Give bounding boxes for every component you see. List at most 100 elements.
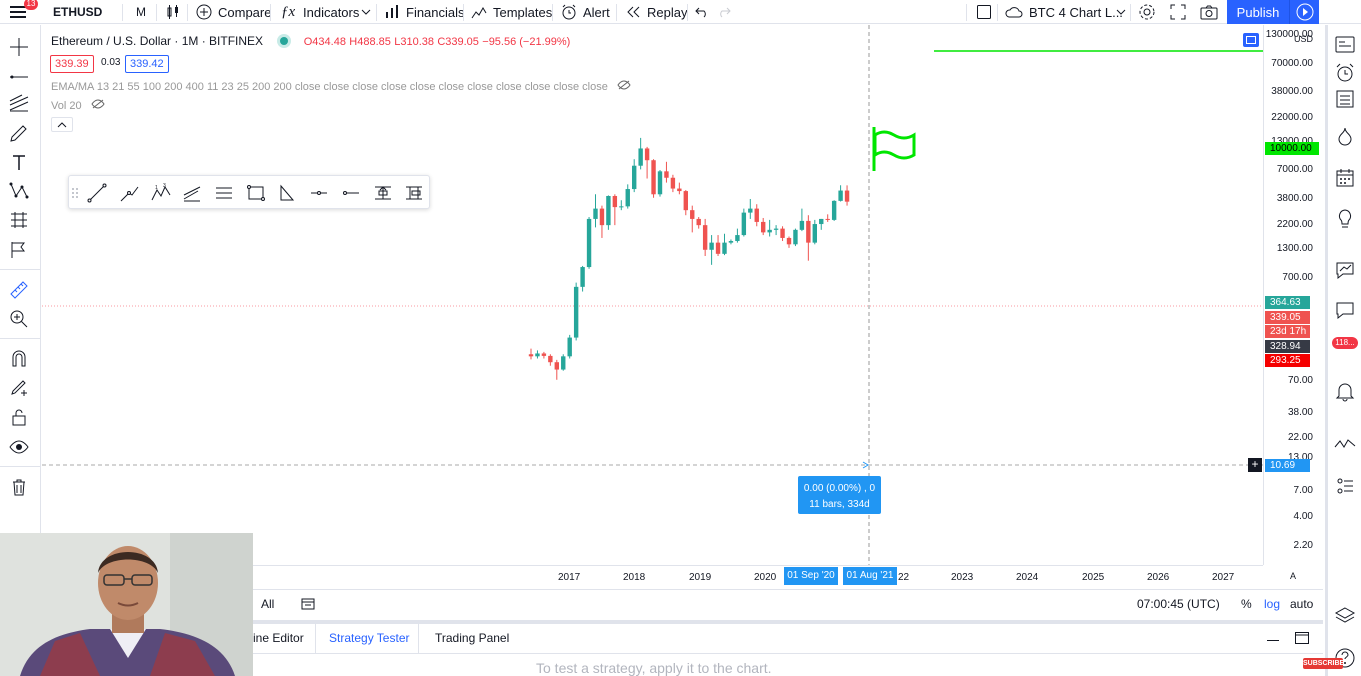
ray-icon[interactable] [119,183,139,203]
horizontal-ray-icon[interactable] [341,183,361,203]
tab-pine-editor[interactable]: ine Editor [253,631,304,645]
candle-body [761,221,766,233]
candle-body [632,165,637,190]
candle-body [715,242,721,254]
alarm-clock-icon[interactable] [1334,62,1356,84]
percent-scale-toggle[interactable]: % [1241,597,1252,611]
layout-dropdown[interactable] [1116,0,1126,24]
chart-pane[interactable] [42,25,1263,565]
utc-clock[interactable]: 07:00:45 (UTC) [1137,597,1220,611]
brush-icon[interactable] [9,123,29,143]
crosshair-icon[interactable] [9,37,29,57]
replay-button[interactable]: Replay [625,0,687,24]
publish-button[interactable]: Publish [1227,0,1289,24]
price-axis[interactable]: USD 130000.0070000.0038000.0022000.00130… [1263,25,1323,565]
play-circle-icon [1296,3,1314,21]
price-tick-label: 2200.00 [1276,219,1313,230]
chat-icon[interactable] [1334,259,1356,281]
log-scale-toggle[interactable]: log [1264,597,1280,611]
zoom-in-icon[interactable] [9,309,29,329]
bell-icon[interactable] [1334,380,1356,402]
financials-button[interactable]: Financials [384,0,465,24]
pulse-icon[interactable] [1334,434,1356,456]
high-price-tag: 364.63 [1265,296,1310,309]
alarm-clock-icon [562,4,576,20]
chevron-down-icon [1116,9,1126,15]
maximize-panel-button[interactable] [1295,631,1309,649]
layout-button[interactable]: BTC 4 Chart L... [1005,0,1123,24]
eye-hidden-icon[interactable] [91,99,105,109]
symbol-title[interactable]: Ethereum / U.S. Dollar · 1M · BITFINEX [51,34,263,48]
bid-price-button[interactable]: 339.39 [50,55,94,73]
redo-button[interactable] [717,0,731,24]
price-range-icon[interactable] [373,183,393,203]
horizontal-line-icon[interactable] [309,183,329,203]
flag-icon[interactable] [9,240,29,260]
interval-button[interactable]: M [136,0,146,24]
settings-button[interactable] [1138,0,1156,24]
indicators-label: Indicators [303,4,360,20]
hotlist-icon[interactable] [1334,125,1356,147]
prediction-icon[interactable] [9,210,29,230]
lightbulb-icon[interactable] [1334,208,1356,230]
calendar-icon[interactable] [1334,167,1356,189]
indicators-button[interactable]: ƒx Indicators [281,0,359,24]
alert-button[interactable]: Alert [561,0,610,24]
low-price-tag: 293.25 [1265,354,1310,367]
templates-button[interactable]: Templates [471,0,552,24]
rectangle-icon[interactable] [246,183,266,203]
trend-line-icon[interactable] [9,65,29,85]
pattern-icon[interactable] [9,180,29,200]
candle-body [670,177,676,189]
ask-price-button[interactable]: 339.42 [125,55,169,73]
publish-menu-button[interactable] [1289,0,1319,24]
fullscreen-toggle[interactable] [976,0,992,24]
chart-style-button[interactable] [165,0,181,24]
parallel-channel-icon[interactable] [214,183,234,203]
text-tool-icon[interactable] [9,152,29,172]
eye-hidden-icon[interactable] [617,80,631,90]
compare-button[interactable]: Compare [196,0,271,24]
object-tree-button[interactable] [1243,33,1259,47]
pitchfork-icon[interactable] [9,93,29,113]
price-tick-label: 4.00 [1293,511,1313,522]
symbol-search[interactable]: ETHUSD [53,0,102,24]
range-end-tag: 01 Aug '21 [843,567,897,585]
layers-icon[interactable] [1334,605,1356,627]
trash-icon[interactable] [9,477,29,497]
undo-button[interactable] [695,0,709,24]
trend-line-icon[interactable] [87,183,107,203]
auto-scale-toggle[interactable]: auto [1290,597,1313,611]
expand-button[interactable] [1170,0,1186,24]
auto-scale-button[interactable]: A [1286,571,1300,583]
elliott-wave-icon[interactable]: 13 [151,183,171,203]
ema-indicator-legend[interactable]: EMA/MA 13 21 55 100 200 400 11 23 25 200… [51,80,631,93]
price-chart[interactable] [42,25,1263,565]
data-window-icon[interactable] [1334,88,1356,110]
watchlist-icon[interactable] [1334,33,1356,55]
goto-date-button[interactable] [301,597,315,616]
minimize-panel-button[interactable] [1267,640,1279,641]
range-all-button[interactable]: All [261,597,274,611]
eye-icon[interactable] [9,437,29,457]
ideas-chat-icon[interactable] [1334,299,1356,321]
magnet-icon[interactable] [9,348,29,368]
date-price-range-icon[interactable] [404,183,424,203]
add-order-button[interactable]: + [1248,458,1262,472]
candle-body [748,208,753,213]
ruler-icon[interactable] [9,280,29,300]
snapshot-button[interactable] [1200,0,1218,24]
time-axis[interactable]: 2017 2018 2019 2020 22 2023 2024 2025 2026 2027 0… [253,565,1263,589]
stay-drawing-icon[interactable] [9,377,29,397]
options-icon[interactable] [1334,475,1356,497]
triangle-icon[interactable] [277,183,297,203]
collapse-legend-button[interactable] [51,117,73,132]
volume-indicator-legend[interactable]: Vol 20 [51,99,105,112]
tab-trading-panel[interactable]: Trading Panel [435,631,509,645]
market-status-dot[interactable] [280,37,289,45]
lock-icon[interactable] [9,407,29,427]
indicators-dropdown[interactable] [361,0,371,24]
measure-tooltip: 0.00 (0.00%) , 0 11 bars, 334d [798,476,881,514]
drag-handle-icon[interactable] [71,183,79,203]
fib-icon[interactable] [182,183,202,203]
